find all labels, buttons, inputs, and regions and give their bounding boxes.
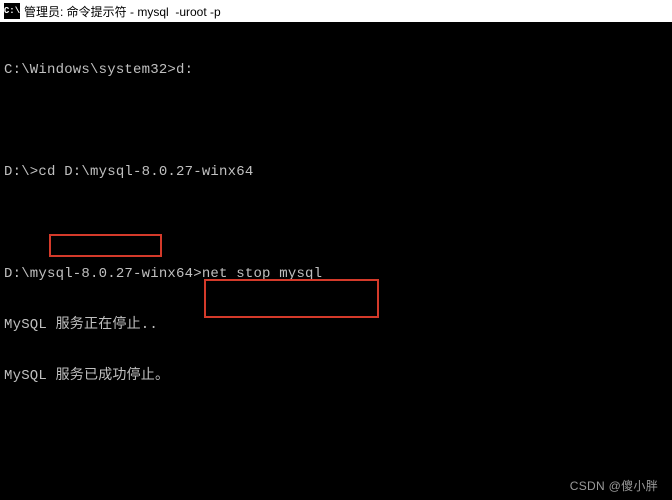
highlight-box-mysql-command — [204, 279, 379, 318]
terminal-line: MySQL 服务正在停止.. — [4, 317, 668, 334]
terminal-line: D:\mysql-8.0.27-winx64>net stop mysql — [4, 266, 668, 283]
watermark: CSDN @傻小胖 — [570, 477, 658, 494]
terminal-output[interactable]: C:\Windows\system32>d: D:\>cd D:\mysql-8… — [0, 22, 672, 500]
terminal-line — [4, 419, 668, 436]
terminal-line — [4, 470, 668, 487]
cmd-icon: C:\ — [4, 3, 20, 19]
terminal-line: MySQL 服务已成功停止。 — [4, 368, 668, 385]
terminal-line: C:\Windows\system32>d: — [4, 62, 668, 79]
terminal-line: D:\>cd D:\mysql-8.0.27-winx64 — [4, 164, 668, 181]
titlebar[interactable]: C:\ 管理员: 命令提示符 - mysql -uroot -p — [0, 0, 672, 23]
terminal-line — [4, 215, 668, 232]
command-prompt-window: C:\ 管理员: 命令提示符 - mysql -uroot -p C:\Wind… — [0, 0, 672, 500]
highlight-box-service-starting — [49, 234, 162, 257]
window-title: 管理员: 命令提示符 - mysql -uroot -p — [24, 3, 221, 20]
terminal-line — [4, 113, 668, 130]
